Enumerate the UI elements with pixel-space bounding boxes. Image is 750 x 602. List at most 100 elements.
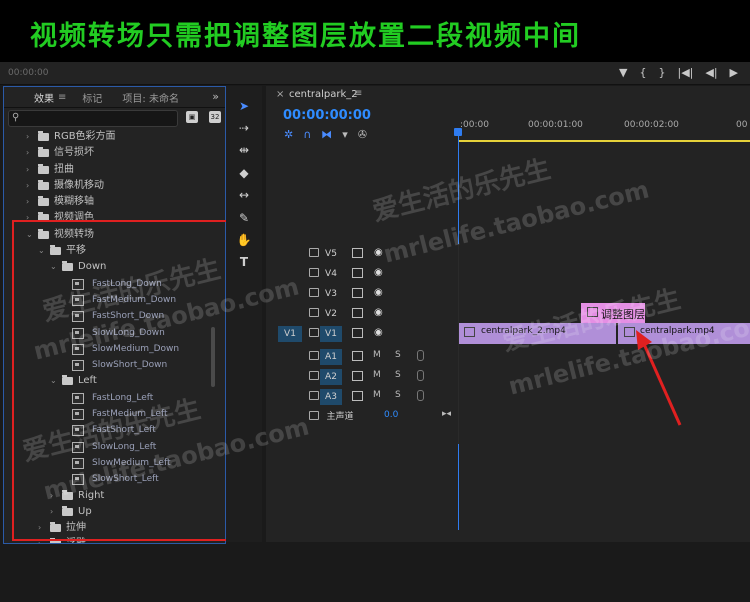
- clip-name: 调整图层: [601, 308, 645, 321]
- sync-lock-icon[interactable]: [352, 351, 363, 361]
- lock-icon[interactable]: [309, 391, 319, 400]
- lock-icon[interactable]: [309, 308, 319, 317]
- source-patch[interactable]: [278, 266, 302, 282]
- source-patch[interactable]: [278, 246, 302, 262]
- lock-icon[interactable]: [309, 268, 319, 277]
- sync-lock-icon[interactable]: [352, 308, 363, 318]
- menu-icon[interactable]: ≡: [354, 88, 362, 99]
- slip-icon[interactable]: ↔: [235, 187, 253, 203]
- chevron-right-icon[interactable]: ›: [26, 129, 29, 145]
- track-name[interactable]: V5: [320, 246, 342, 262]
- sequence-tab[interactable]: centralpark_2: [289, 89, 358, 100]
- solo-button[interactable]: S: [395, 390, 401, 400]
- mic-icon[interactable]: [417, 390, 424, 401]
- solo-button[interactable]: S: [395, 370, 401, 380]
- close-icon[interactable]: ×: [276, 89, 284, 100]
- folder-item[interactable]: › 摄像机移动: [4, 178, 214, 194]
- mic-icon[interactable]: [417, 350, 424, 361]
- track-name[interactable]: V4: [320, 266, 342, 282]
- mark-out-icon[interactable]: }: [658, 66, 665, 79]
- video-clip-1[interactable]: centralpark_2.mp4: [459, 323, 616, 344]
- lock-icon[interactable]: [309, 371, 319, 380]
- add-marker-icon[interactable]: ▾: [342, 128, 348, 141]
- work-area-bar[interactable]: [458, 140, 750, 142]
- go-to-end-icon[interactable]: ▸◂: [442, 409, 451, 419]
- marker-icon[interactable]: ▼: [619, 66, 627, 79]
- step-back-icon[interactable]: ◀|: [705, 66, 717, 79]
- chevron-right-icon[interactable]: ›: [26, 145, 29, 161]
- mic-icon[interactable]: [417, 370, 424, 381]
- lock-icon[interactable]: [309, 328, 319, 337]
- source-patch[interactable]: [278, 286, 302, 302]
- solo-button[interactable]: S: [395, 350, 401, 360]
- source-patch[interactable]: [278, 306, 302, 322]
- ruler-label: 00:00:01:00: [528, 120, 583, 130]
- mute-button[interactable]: M: [373, 390, 381, 400]
- sync-lock-icon[interactable]: [352, 248, 363, 258]
- eye-icon[interactable]: ◉: [374, 268, 383, 278]
- track-select-icon[interactable]: ⇢: [235, 120, 253, 136]
- eye-icon[interactable]: ◉: [374, 308, 383, 318]
- tools-panel: ➤ ⇢ ⇹ ◆ ↔ ✎ ✋ T: [226, 86, 262, 542]
- mute-button[interactable]: M: [373, 350, 381, 360]
- transport-controls: ▼ { } |◀| ◀| ▶: [619, 66, 738, 79]
- folder-item[interactable]: › 信号损坏: [4, 145, 214, 161]
- lock-icon[interactable]: [309, 288, 319, 297]
- track-name[interactable]: A1: [320, 349, 342, 365]
- linked-selection-icon[interactable]: ⧓: [321, 128, 332, 141]
- selection-tool-icon[interactable]: ➤: [235, 98, 253, 114]
- sync-lock-icon[interactable]: [352, 391, 363, 401]
- eye-icon[interactable]: ◉: [374, 248, 383, 258]
- razor-icon[interactable]: ◆: [235, 165, 253, 181]
- nest-icon[interactable]: ✲: [284, 128, 293, 141]
- folder-item[interactable]: › 扭曲: [4, 162, 214, 178]
- master-volume[interactable]: 0.0: [384, 410, 398, 420]
- bottom-area: [0, 544, 750, 602]
- tab-markers[interactable]: 标记: [82, 90, 102, 105]
- sync-lock-icon[interactable]: [352, 328, 363, 338]
- track-name[interactable]: A2: [320, 369, 342, 385]
- time-ruler[interactable]: :00:00 00:00:01:00 00:00:02:00 00: [458, 104, 750, 142]
- chevron-right-icon[interactable]: ›: [26, 194, 29, 210]
- track-name[interactable]: A3: [320, 389, 342, 405]
- tab-project[interactable]: 项目: 未命名: [122, 90, 179, 105]
- hand-icon[interactable]: ✋: [235, 232, 253, 248]
- lock-icon[interactable]: [309, 351, 319, 360]
- go-to-in-icon[interactable]: |◀|: [677, 66, 693, 79]
- lock-icon[interactable]: [309, 248, 319, 257]
- eye-icon[interactable]: ◉: [374, 288, 383, 298]
- 32bit-effects-icon[interactable]: 32: [209, 111, 221, 123]
- type-tool-icon[interactable]: T: [235, 254, 253, 270]
- adjustment-layer-clip[interactable]: 调整图层: [581, 303, 645, 323]
- chevron-right-icon[interactable]: ›: [26, 178, 29, 194]
- search-input[interactable]: ⚲: [8, 110, 178, 127]
- sync-lock-icon[interactable]: [352, 268, 363, 278]
- tree-label: 信号损坏: [54, 147, 94, 159]
- timeline-timecode[interactable]: 00:00:00:00: [283, 108, 371, 123]
- mark-in-icon[interactable]: {: [639, 66, 646, 79]
- sync-lock-icon[interactable]: [352, 371, 363, 381]
- sync-lock-icon[interactable]: [352, 288, 363, 298]
- folder-item[interactable]: › 模糊移轴: [4, 194, 214, 210]
- track-name[interactable]: V3: [320, 286, 342, 302]
- track-name[interactable]: V1: [320, 326, 342, 342]
- more-panels-icon[interactable]: »: [212, 90, 219, 103]
- ripple-edit-icon[interactable]: ⇹: [235, 142, 253, 158]
- source-patch[interactable]: V1: [278, 326, 302, 342]
- play-icon[interactable]: ▶: [730, 66, 738, 79]
- tab-effects[interactable]: 效果: [34, 90, 54, 105]
- video-track-header: V2 ◉: [266, 304, 750, 324]
- pen-icon[interactable]: ✎: [235, 210, 253, 226]
- menu-icon[interactable]: ≡: [58, 92, 66, 103]
- eye-icon[interactable]: ◉: [374, 328, 383, 338]
- settings-wrench-icon[interactable]: ✇: [358, 128, 367, 141]
- accelerated-effects-icon[interactable]: ▣: [186, 111, 198, 123]
- snap-icon[interactable]: ∩: [303, 128, 311, 141]
- lock-icon[interactable]: [309, 411, 319, 420]
- folder-item[interactable]: › RGB色彩方面: [4, 129, 214, 145]
- chevron-right-icon[interactable]: ›: [26, 162, 29, 178]
- track-name[interactable]: V2: [320, 306, 342, 322]
- fx-icon: [587, 307, 598, 317]
- highlight-box: [12, 220, 238, 541]
- mute-button[interactable]: M: [373, 370, 381, 380]
